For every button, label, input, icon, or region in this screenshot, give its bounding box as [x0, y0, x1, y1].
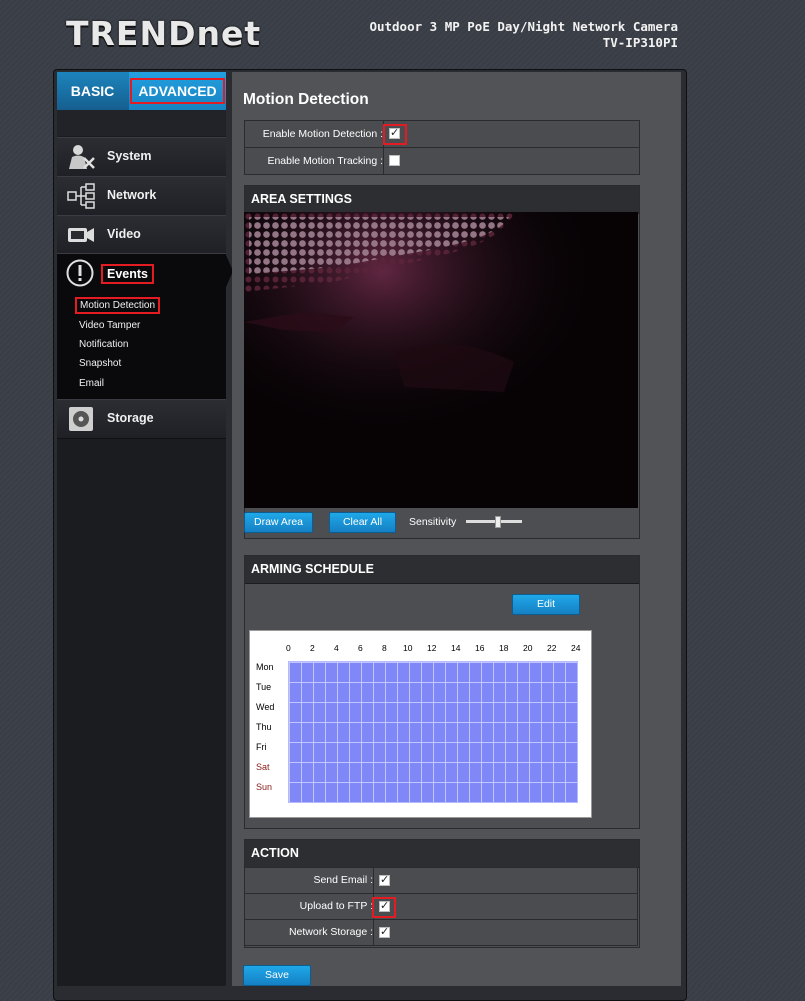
model-number: TV-IP310PI: [602, 35, 678, 50]
tab-basic[interactable]: BASIC: [57, 72, 128, 110]
sidebar-item-system[interactable]: System: [57, 137, 226, 177]
video-icon: [68, 228, 94, 242]
sidebar-spacer: [57, 110, 226, 136]
camera-preview-image: [244, 212, 638, 508]
sensitivity-label: Sensitivity: [409, 516, 457, 528]
save-button[interactable]: Save: [243, 965, 311, 986]
action-heading: ACTION: [245, 840, 639, 868]
mode-tabs: BASIC ADVANCED: [57, 72, 226, 110]
clear-all-button[interactable]: Clear All: [329, 512, 396, 533]
page-title: Motion Detection: [243, 91, 369, 108]
schedule-hour-label: 12: [427, 643, 437, 653]
tab-advanced-label: ADVANCED: [130, 78, 225, 104]
schedule-day-label: Wed: [256, 702, 275, 712]
sub-item-motion-detection[interactable]: Motion Detection: [75, 297, 161, 314]
upload-ftp-row: Upload to FTP :: [244, 893, 638, 920]
camera-preview[interactable]: [244, 212, 638, 508]
trendnet-logo: TRENDnet: [66, 14, 262, 53]
sensitivity-slider-handle[interactable]: [495, 516, 501, 528]
schedule-hour-label: 16: [475, 643, 485, 653]
network-storage-row: Network Storage :: [244, 919, 638, 946]
schedule-hour-label: 6: [358, 643, 363, 653]
schedule-day-label: Thu: [256, 722, 272, 732]
schedule-hour-label: 2: [310, 643, 315, 653]
enable-motion-detection-checkbox[interactable]: [389, 126, 400, 139]
sidebar-item-events[interactable]: Events Motion Detection Video Tamper Not…: [57, 253, 226, 400]
edit-schedule-button[interactable]: Edit: [512, 594, 580, 615]
network-icon: [67, 183, 95, 209]
schedule-hour-label: 0: [286, 643, 291, 653]
schedule-hour-label: 10: [403, 643, 413, 653]
sub-item-notification[interactable]: Notification: [79, 339, 128, 350]
schedule-hour-label: 18: [499, 643, 509, 653]
upload-ftp-label: Upload to FTP :: [245, 894, 374, 919]
schedule-hour-label: 8: [382, 643, 387, 653]
send-email-checkbox[interactable]: [379, 873, 390, 886]
sidebar-item-storage[interactable]: Storage: [57, 399, 226, 439]
schedule-day-label: Fri: [256, 742, 267, 752]
schedule-day-label: Mon: [256, 662, 274, 672]
sidebar-item-label: Storage: [107, 411, 154, 425]
enable-motion-tracking-row: Enable Motion Tracking :: [244, 147, 640, 175]
upload-ftp-checkbox[interactable]: [379, 899, 390, 912]
header-product-info: Outdoor 3 MP PoE Day/Night Network Camer…: [369, 19, 678, 51]
schedule-hour-label: 24: [571, 643, 581, 653]
system-icon: [69, 145, 95, 169]
events-icon: [66, 259, 94, 287]
schedule-day-label: Sun: [256, 782, 273, 792]
enable-motion-detection-label: Enable Motion Detection :: [245, 121, 384, 147]
storage-icon: [69, 407, 93, 431]
schedule-hour-label: 4: [334, 643, 339, 653]
sidebar-item-label: Events: [101, 264, 154, 284]
schedule-hour-label: 22: [547, 643, 557, 653]
sidebar-item-label: System: [107, 149, 152, 163]
product-name: Outdoor 3 MP PoE Day/Night Network Camer…: [369, 19, 678, 34]
enable-motion-detection-row: Enable Motion Detection :: [244, 120, 640, 148]
network-storage-checkbox[interactable]: [379, 925, 390, 938]
schedule-day-label: Sat: [256, 762, 270, 772]
sub-item-snapshot[interactable]: Snapshot: [79, 358, 121, 369]
sub-item-email[interactable]: Email: [79, 378, 104, 389]
schedule-grid-panel: 0 2 4 6 8 10 12 14 16 18 20 22 24 Mon Tue Wed Thu Fri Sat…: [249, 630, 592, 818]
sidebar-item-video[interactable]: Video: [57, 215, 226, 255]
sub-item-video-tamper[interactable]: Video Tamper: [79, 320, 140, 331]
draw-area-button[interactable]: Draw Area: [244, 512, 313, 533]
schedule-hour-label: 14: [451, 643, 461, 653]
network-storage-label: Network Storage :: [245, 920, 374, 945]
area-settings-heading: AREA SETTINGS: [245, 186, 639, 214]
schedule-day-label: Tue: [256, 682, 272, 692]
enable-motion-tracking-checkbox[interactable]: [389, 155, 400, 166]
tab-advanced[interactable]: ADVANCED: [129, 72, 226, 110]
schedule-grid[interactable]: [288, 661, 578, 803]
sidebar-item-label: Video: [107, 227, 141, 241]
enable-motion-tracking-label: Enable Motion Tracking :: [245, 148, 384, 174]
arming-schedule-heading: ARMING SCHEDULE: [245, 556, 639, 584]
schedule-hour-label: 20: [523, 643, 533, 653]
send-email-row: Send Email :: [244, 867, 638, 894]
send-email-label: Send Email :: [245, 868, 374, 893]
sidebar-item-network[interactable]: Network: [57, 176, 226, 216]
sensitivity-slider[interactable]: [466, 520, 522, 523]
sidebar-item-label: Network: [107, 188, 157, 202]
